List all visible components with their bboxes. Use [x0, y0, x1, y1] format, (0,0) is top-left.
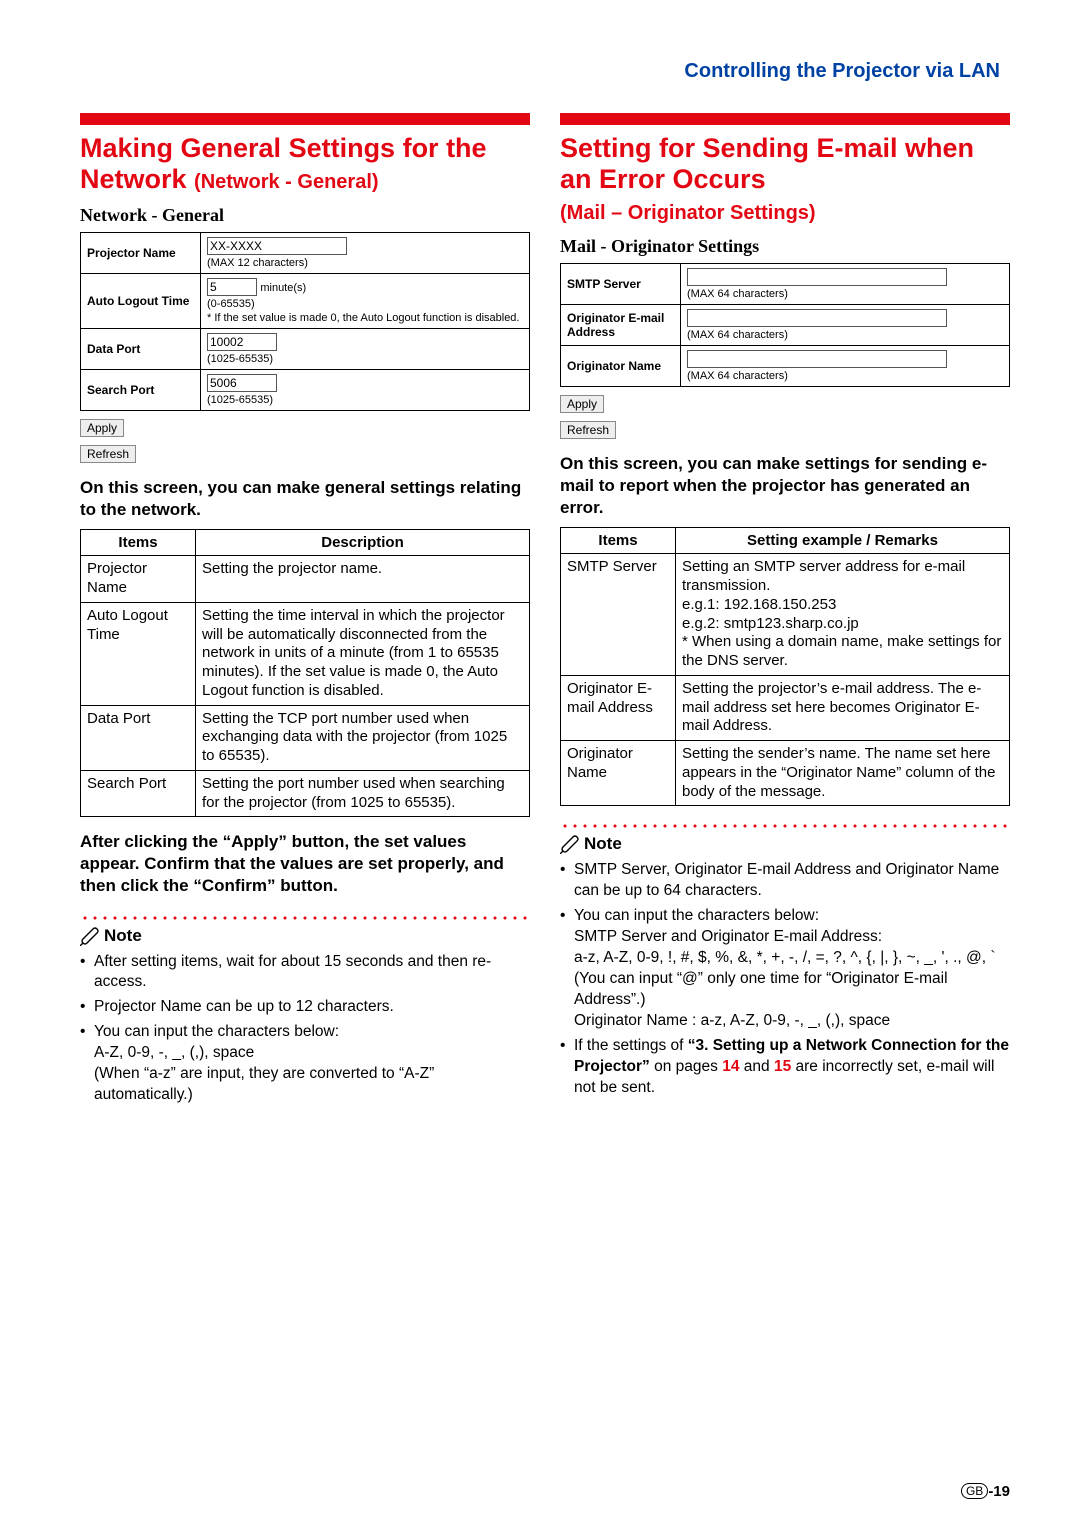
desc-text: Setting the projector name.	[196, 556, 530, 603]
note-heading: Note	[560, 834, 1010, 854]
note-item: You can input the characters below: A-Z,…	[80, 1022, 530, 1106]
th-items: Items	[561, 528, 676, 554]
title-sub: (Mail – Originator Settings)	[560, 202, 816, 224]
note-line: If the settings of	[574, 1037, 688, 1054]
orig-name-hint: (MAX 64 characters)	[687, 370, 788, 382]
desc-item: Projector Name	[81, 556, 196, 603]
search-port-hint: (1025-65535)	[207, 394, 273, 406]
th-items: Items	[81, 530, 196, 556]
apply-button[interactable]: Apply	[560, 395, 604, 413]
refresh-button[interactable]: Refresh	[80, 445, 136, 463]
title-main: Setting for Sending E-mail when an Error…	[560, 133, 974, 194]
note-icon	[80, 926, 100, 946]
desc-item: SMTP Server	[561, 554, 676, 676]
note-item: If the settings of “3. Setting up a Netw…	[560, 1036, 1010, 1099]
search-port-input[interactable]	[207, 374, 277, 392]
desc-text: Setting the projector’s e-mail address. …	[676, 675, 1010, 740]
orig-name-input[interactable]	[687, 350, 947, 368]
mail-originator-form: SMTP Server (MAX 64 characters) Originat…	[560, 263, 1010, 387]
data-port-label: Data Port	[81, 329, 201, 370]
dotted-rule	[560, 824, 1010, 828]
auto-logout-input[interactable]	[207, 278, 257, 296]
left-panel-caption: Network - General	[80, 205, 530, 226]
desc-item: Originator Name	[561, 741, 676, 806]
auto-logout-label: Auto Logout Time	[81, 274, 201, 329]
gb-badge: GB	[961, 1483, 988, 1499]
network-general-form: Projector Name (MAX 12 characters) Auto …	[80, 232, 530, 411]
note-line: A-Z, 0-9, -, _, (,), space	[94, 1043, 530, 1064]
auto-logout-unit: minute(s)	[260, 282, 306, 294]
data-port-input[interactable]	[207, 333, 277, 351]
right-desc-table: Items Setting example / Remarks SMTP Ser…	[560, 527, 1010, 806]
note-line: (When “a-z” are input, they are converte…	[94, 1064, 530, 1106]
desc-text: Setting an SMTP server address for e-mai…	[676, 554, 1010, 676]
search-port-label: Search Port	[81, 370, 201, 411]
note-line: SMTP Server and Originator E-mail Addres…	[574, 927, 1010, 948]
orig-email-hint: (MAX 64 characters)	[687, 329, 788, 341]
orig-email-input[interactable]	[687, 309, 947, 327]
left-confirm-text: After clicking the “Apply” button, the s…	[80, 831, 530, 897]
auto-logout-hint: (0-65535)	[207, 298, 255, 310]
note-line: a-z, A-Z, 0-9, !, #, $, %, &, *, +, -, /…	[574, 948, 1010, 969]
note-icon	[560, 834, 580, 854]
page-number: -19	[988, 1483, 1010, 1500]
right-column: Setting for Sending E-mail when an Error…	[560, 113, 1010, 1110]
note-item: SMTP Server, Originator E-mail Address a…	[560, 860, 1010, 902]
desc-item: Search Port	[81, 770, 196, 817]
desc-text: Setting the time interval in which the p…	[196, 602, 530, 705]
note-label: Note	[584, 834, 622, 854]
desc-item: Originator E-mail Address	[561, 675, 676, 740]
page-footer: GB-19	[961, 1483, 1010, 1500]
th-desc: Setting example / Remarks	[676, 528, 1010, 554]
title-sub: (Network - General)	[194, 171, 378, 193]
note-item: Projector Name can be up to 12 character…	[80, 997, 530, 1018]
desc-text: Setting the port number used when search…	[196, 770, 530, 817]
page-ref-15[interactable]: 15	[774, 1058, 791, 1075]
right-note-list: SMTP Server, Originator E-mail Address a…	[560, 860, 1010, 1098]
red-rule	[80, 113, 530, 125]
note-line: You can input the characters below:	[94, 1023, 339, 1040]
apply-button[interactable]: Apply	[80, 419, 124, 437]
smtp-input[interactable]	[687, 268, 947, 286]
left-lead: On this screen, you can make general set…	[80, 477, 530, 521]
left-note-list: After setting items, wait for about 15 s…	[80, 952, 530, 1106]
dotted-rule	[80, 916, 530, 920]
smtp-label: SMTP Server	[561, 264, 681, 305]
note-line: on pages	[650, 1058, 722, 1075]
note-item: You can input the characters below: SMTP…	[560, 906, 1010, 1032]
projector-name-input[interactable]	[207, 237, 347, 255]
right-panel-caption: Mail - Originator Settings	[560, 236, 1010, 257]
th-desc: Description	[196, 530, 530, 556]
projector-name-hint: (MAX 12 characters)	[207, 257, 308, 269]
note-line: (You can input “@” only one time for “Or…	[574, 969, 1010, 1011]
smtp-hint: (MAX 64 characters)	[687, 288, 788, 300]
desc-text: Setting the TCP port number used when ex…	[196, 705, 530, 770]
note-item: After setting items, wait for about 15 s…	[80, 952, 530, 994]
note-line: and	[739, 1058, 773, 1075]
page-header: Controlling the Projector via LAN	[80, 60, 1010, 83]
orig-email-label: Originator E-mail Address	[561, 305, 681, 346]
orig-name-label: Originator Name	[561, 346, 681, 387]
note-heading: Note	[80, 926, 530, 946]
note-label: Note	[104, 926, 142, 946]
left-column: Making General Settings for the Network …	[80, 113, 530, 1110]
desc-item: Data Port	[81, 705, 196, 770]
right-section-title: Setting for Sending E-mail when an Error…	[560, 133, 1010, 226]
right-lead: On this screen, you can make settings fo…	[560, 453, 1010, 519]
auto-logout-note: * If the set value is made 0, the Auto L…	[207, 312, 519, 324]
note-line: Originator Name : a-z, A-Z, 0-9, -, _, (…	[574, 1011, 1010, 1032]
content-columns: Making General Settings for the Network …	[80, 113, 1010, 1110]
data-port-hint: (1025-65535)	[207, 353, 273, 365]
refresh-button[interactable]: Refresh	[560, 421, 616, 439]
page-ref-14[interactable]: 14	[722, 1058, 739, 1075]
left-section-title: Making General Settings for the Network …	[80, 133, 530, 195]
desc-text: Setting the sender’s name. The name set …	[676, 741, 1010, 806]
left-desc-table: Items Description Projector NameSetting …	[80, 529, 530, 817]
desc-item: Auto Logout Time	[81, 602, 196, 705]
note-line: You can input the characters below:	[574, 907, 819, 924]
projector-name-label: Projector Name	[81, 233, 201, 274]
red-rule	[560, 113, 1010, 125]
